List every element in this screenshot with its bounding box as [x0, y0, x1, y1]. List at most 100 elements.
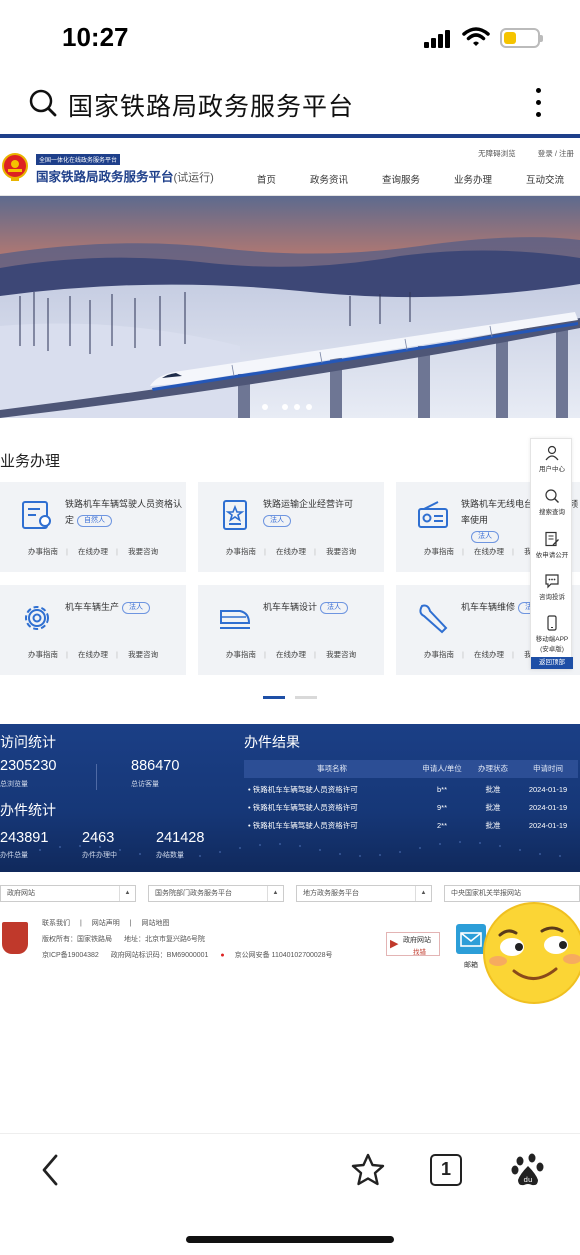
nav-item-interaction[interactable]: 互动交流: [526, 172, 564, 186]
table-row[interactable]: • 铁路机车车辆驾驶人员资格许可 b** 批准 2024-01-19: [244, 781, 578, 799]
total-views-label: 总浏览量: [0, 781, 28, 788]
nav-item-business[interactable]: 业务办理: [454, 172, 492, 186]
table-row[interactable]: • 铁路机车车辆驾驶人员资格许可 9** 批准 2024-01-19: [244, 799, 578, 817]
service-card-title: 机车车辆生产: [65, 602, 120, 612]
service-tag: 法人: [122, 601, 151, 614]
handle-in-progress-label: 办件办理中: [82, 852, 117, 859]
guide-link[interactable]: 办事指南: [28, 650, 58, 659]
consult-link[interactable]: 我要咨询: [326, 547, 356, 556]
online-apply-link[interactable]: 在线办理: [276, 547, 306, 556]
smiley-emoji-sticker[interactable]: [478, 895, 580, 1013]
mobile-phone-icon: [547, 615, 557, 631]
tabs-count-button[interactable]: 1: [430, 1154, 462, 1186]
guide-link[interactable]: 办事指南: [226, 650, 256, 659]
gov-sites-select[interactable]: 政府网站 ▲: [0, 885, 136, 902]
online-apply-link[interactable]: 在线办理: [78, 650, 108, 659]
complaint-button[interactable]: 咨询投诉: [531, 573, 573, 601]
handle-done-value: 241428: [156, 830, 205, 846]
browser-address-bar[interactable]: 国家铁路局政务服务平台: [0, 75, 580, 133]
total-views-value: 2305230: [0, 758, 57, 774]
address-text: 地址：北京市复兴路6号院: [123, 936, 205, 943]
user-center-button[interactable]: 用户中心: [531, 445, 573, 473]
site-title[interactable]: 国家铁路局政务服务平台(试运行): [36, 166, 214, 185]
service-card-title: 机车车辆设计: [263, 602, 318, 612]
contact-us-link[interactable]: 联系我们: [42, 920, 70, 927]
services-pager[interactable]: [263, 696, 327, 699]
service-card[interactable]: 机车车辆设计 法人 办事指南 | 在线办理 | 我要咨询: [198, 585, 384, 675]
local-platforms-select[interactable]: 地方政务服务平台 ▲: [296, 885, 432, 902]
handle-total-label: 办件总量: [0, 852, 28, 859]
mobile-app-button[interactable]: 移动端APP (安卓版): [531, 615, 573, 653]
carousel-dots[interactable]: [262, 404, 318, 410]
battery-icon: [500, 28, 543, 48]
address-text[interactable]: 国家铁路局政务服务平台: [68, 87, 354, 123]
nav-item-news[interactable]: 政务资讯: [310, 172, 348, 186]
train-icon: [220, 610, 251, 629]
cellular-signal-icon: [424, 30, 452, 48]
online-apply-link[interactable]: 在线办理: [78, 547, 108, 556]
total-visitors-value: 886470: [131, 758, 180, 774]
main-nav: 首页 政务资讯 查询服务 业务办理 互动交流: [223, 172, 564, 186]
hero-banner[interactable]: [0, 196, 580, 418]
nav-item-query[interactable]: 查询服务: [382, 172, 420, 186]
handle-done-label: 办结数量: [156, 852, 184, 859]
back-to-top-button[interactable]: 返回顶部: [531, 657, 573, 669]
login-register-link[interactable]: 登录 / 注册: [538, 149, 574, 158]
chat-bubble-icon: [545, 574, 559, 589]
online-apply-link[interactable]: 在线办理: [474, 650, 504, 659]
consult-link[interactable]: 我要咨询: [128, 650, 158, 659]
total-visitors-label: 总访客量: [131, 781, 159, 788]
back-arrow-icon[interactable]: [34, 1152, 70, 1188]
search-icon[interactable]: [28, 88, 58, 118]
license-star-icon: [223, 500, 247, 530]
guide-link[interactable]: 办事指南: [226, 547, 256, 556]
search-icon: [545, 489, 559, 503]
table-row[interactable]: • 铁路机车车辆驾驶人员资格许可 2** 批准 2024-01-19: [244, 817, 578, 835]
home-indicator[interactable]: [186, 1236, 394, 1243]
site-statement-link[interactable]: 网站声明: [92, 920, 120, 927]
gov-error-report-button[interactable]: ▶ 政府网站 找错: [386, 932, 440, 956]
baidu-paw-icon[interactable]: du: [510, 1152, 546, 1188]
party-emblem-icon: [2, 922, 28, 954]
more-vertical-icon[interactable]: [532, 85, 544, 121]
consult-link[interactable]: 我要咨询: [326, 650, 356, 659]
ministry-platforms-select[interactable]: 国务院部门政务服务平台 ▲: [148, 885, 284, 902]
national-emblem-icon: [2, 153, 28, 181]
edit-document-icon: [545, 531, 559, 547]
site-code-text: 政府网站标识码：BM69000001: [110, 952, 209, 959]
guide-link[interactable]: 办事指南: [28, 547, 58, 556]
guide-link[interactable]: 办事指南: [424, 547, 454, 556]
service-card[interactable]: 机车车辆生产 法人 办事指南 | 在线办理 | 我要咨询: [0, 585, 186, 675]
service-card[interactable]: 铁路机车车辆驾驶人员资格认定 自然人 办事指南 | 在线办理 | 我要咨询: [0, 482, 186, 572]
wifi-icon: [462, 27, 490, 46]
consult-link[interactable]: 我要咨询: [128, 547, 158, 556]
service-tag: 自然人: [77, 514, 113, 527]
result-title: 办件结果: [244, 734, 300, 750]
utility-links: 无障碍浏览 登录 / 注册: [458, 148, 574, 159]
service-card-title: 铁路运输企业经营许可: [263, 499, 354, 509]
user-icon: [545, 445, 559, 461]
result-table-header: 事项名称 申请人/单位 办理状态 申请时间: [244, 760, 578, 778]
wrench-icon: [419, 604, 448, 634]
search-query-button[interactable]: 搜索查询: [531, 488, 573, 516]
svg-text:du: du: [524, 1176, 533, 1184]
icp-text[interactable]: 京ICP备19004382: [42, 952, 99, 959]
stats-panel: 访问统计 2305230 总浏览量 886470 总访客量 办件统计 24389…: [0, 724, 580, 872]
floating-sidebar: 用户中心 搜索查询 依申请公开 咨询投诉 移动端APP (安卓版) 返回顶部: [530, 438, 573, 670]
site-map-link[interactable]: 网站地图: [142, 920, 170, 927]
online-apply-link[interactable]: 在线办理: [276, 650, 306, 659]
accessibility-link[interactable]: 无障碍浏览: [478, 149, 516, 158]
site-header: 全国一体化在线政务服务平台 国家铁路局政务服务平台(试运行) 无障碍浏览 登录 …: [0, 138, 580, 196]
service-card[interactable]: 铁路运输企业经营许可 法人 办事指南 | 在线办理 | 我要咨询: [198, 482, 384, 572]
disclosure-request-button[interactable]: 依申请公开: [531, 531, 573, 559]
service-card-title: 机车车辆维修: [461, 602, 516, 612]
online-apply-link[interactable]: 在线办理: [474, 547, 504, 556]
visit-stats-title: 访问统计: [0, 734, 56, 750]
nav-item-home[interactable]: 首页: [257, 172, 276, 186]
handle-total-value: 243891: [0, 830, 49, 846]
mail-label: 邮箱: [464, 962, 478, 969]
browser-bottom-toolbar: 1 du: [0, 1133, 580, 1213]
guide-link[interactable]: 办事指南: [424, 650, 454, 659]
police-record-text[interactable]: 京公网安备 11040102700028号: [235, 952, 333, 959]
star-icon[interactable]: [350, 1152, 386, 1188]
